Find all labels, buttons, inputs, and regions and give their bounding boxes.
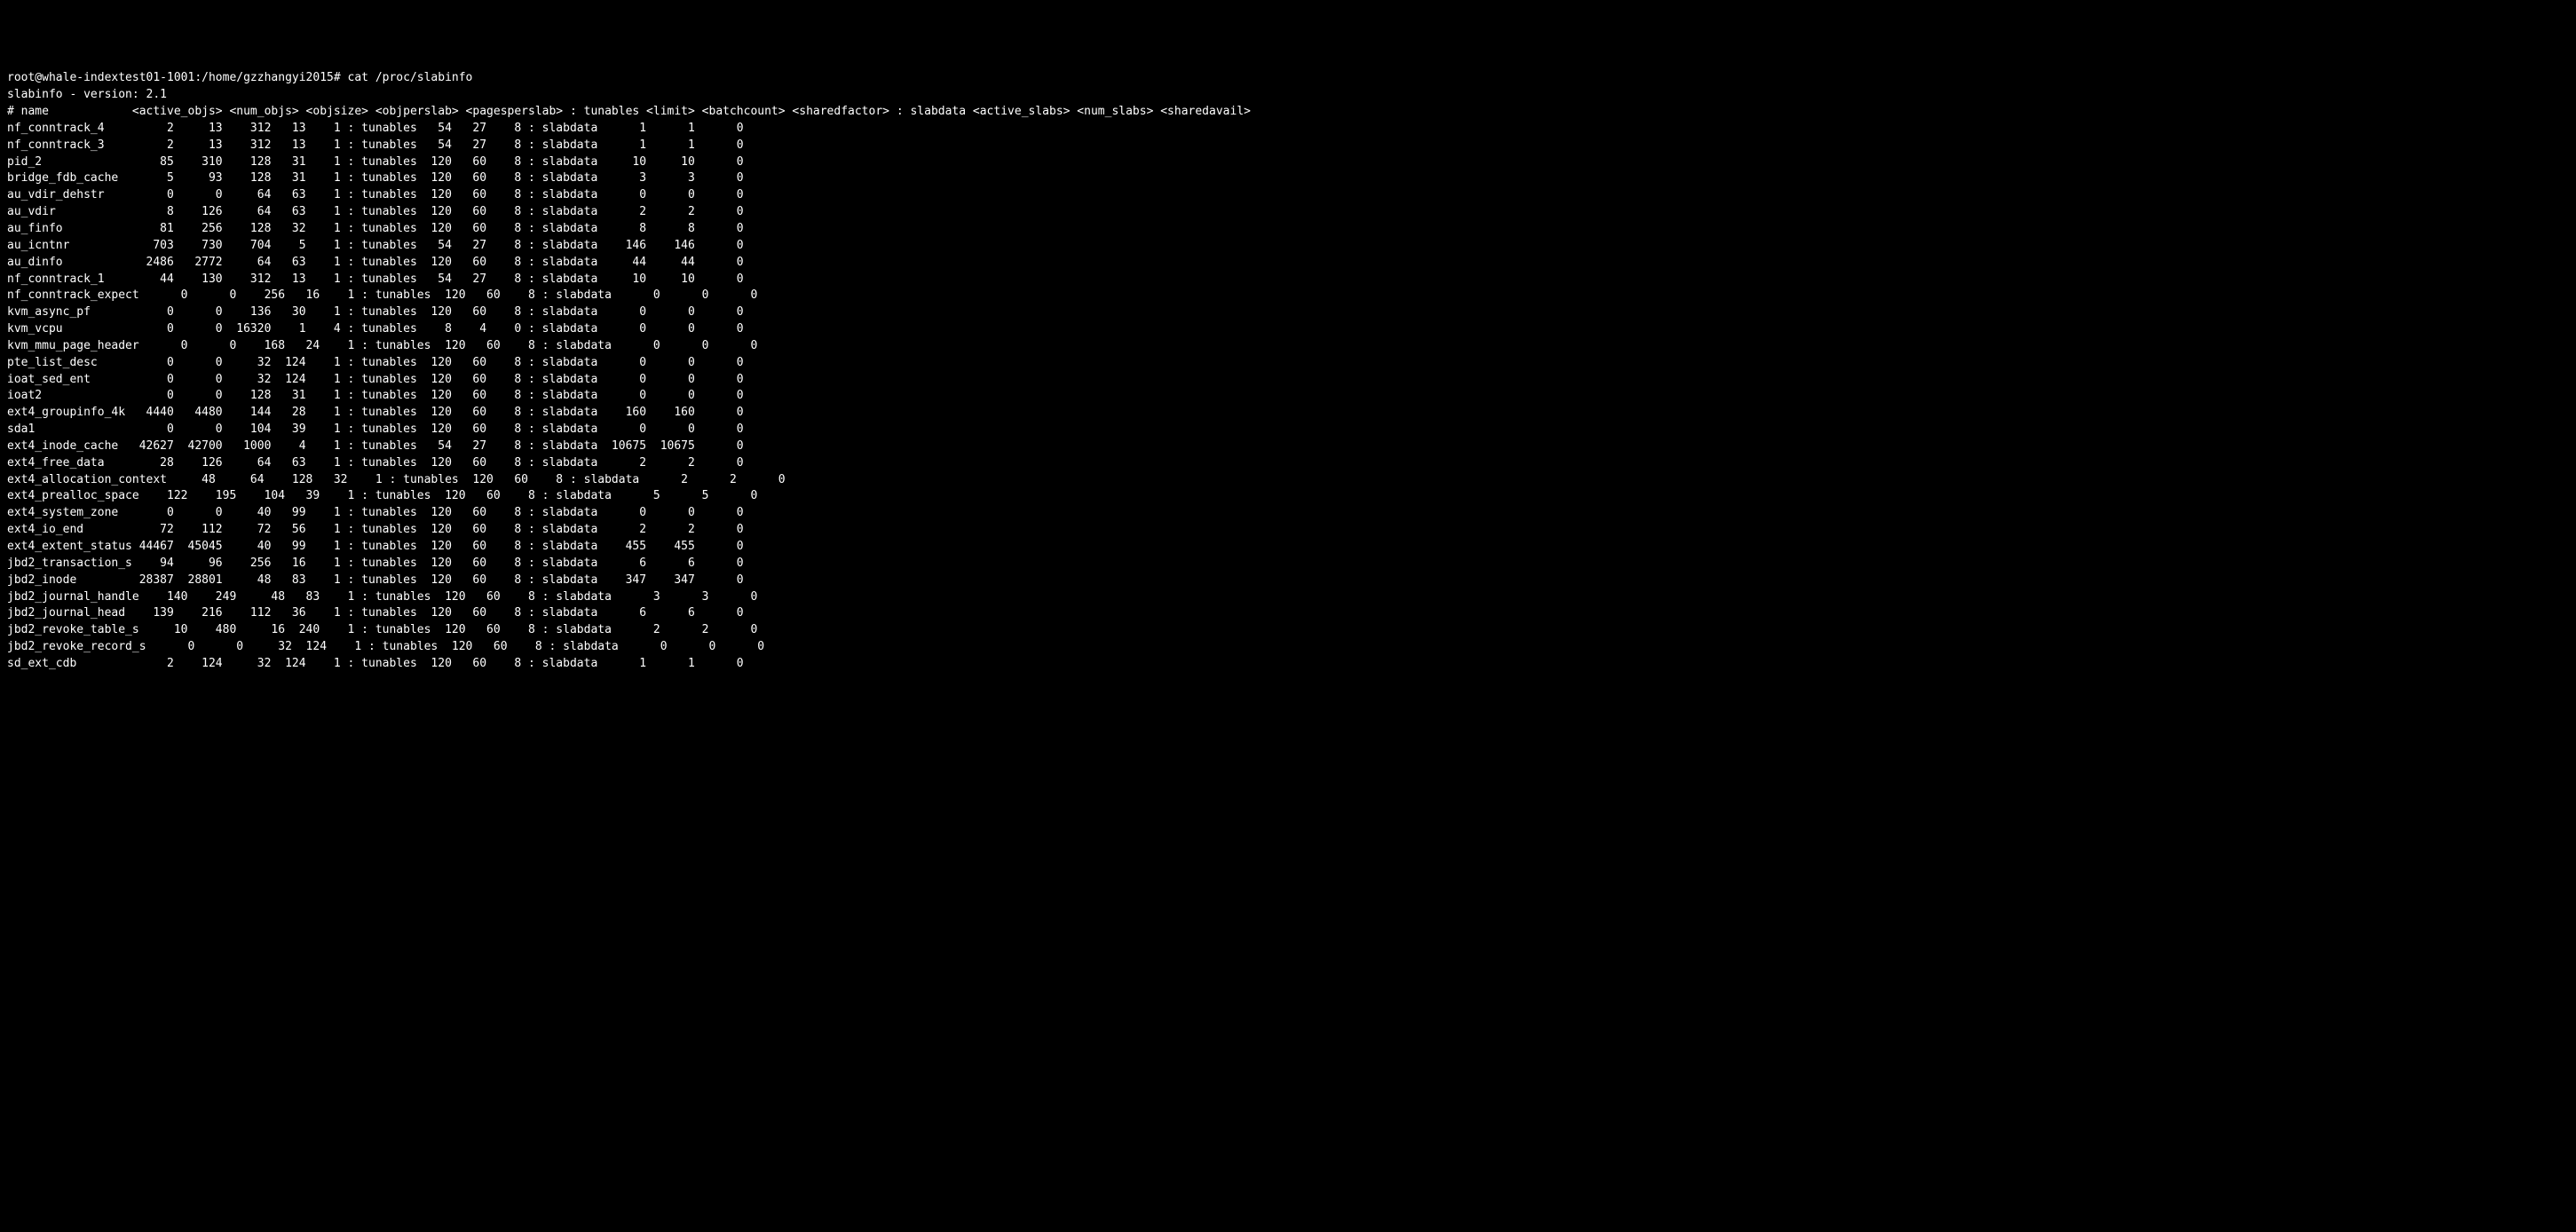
slab-row: ext4_io_end 72 112 72 56 1 : tunables 12… xyxy=(7,522,2569,539)
slab-row: nf_conntrack_4 2 13 312 13 1 : tunables … xyxy=(7,121,2569,138)
command-line: root@whale-indextest01-1001:/home/gzzhan… xyxy=(7,70,2569,87)
slab-row: nf_conntrack_expect 0 0 256 16 1 : tunab… xyxy=(7,288,2569,304)
slab-row: ext4_free_data 28 126 64 63 1 : tunables… xyxy=(7,455,2569,472)
slab-row: jbd2_revoke_record_s 0 0 32 124 1 : tuna… xyxy=(7,639,2569,656)
slab-row: ioat2 0 0 128 31 1 : tunables 120 60 8 :… xyxy=(7,388,2569,405)
slab-row: jbd2_journal_head 139 216 112 36 1 : tun… xyxy=(7,605,2569,622)
slab-row: ioat_sed_ent 0 0 32 124 1 : tunables 120… xyxy=(7,372,2569,389)
slab-row: sda1 0 0 104 39 1 : tunables 120 60 8 : … xyxy=(7,422,2569,438)
slab-row: nf_conntrack_3 2 13 312 13 1 : tunables … xyxy=(7,138,2569,154)
version-line: slabinfo - version: 2.1 xyxy=(7,87,2569,104)
slab-row: ext4_groupinfo_4k 4440 4480 144 28 1 : t… xyxy=(7,405,2569,422)
slab-row: bridge_fdb_cache 5 93 128 31 1 : tunable… xyxy=(7,170,2569,187)
slab-row: nf_conntrack_1 44 130 312 13 1 : tunable… xyxy=(7,272,2569,288)
slab-row: jbd2_inode 28387 28801 48 83 1 : tunable… xyxy=(7,573,2569,589)
slab-row: ext4_extent_status 44467 45045 40 99 1 :… xyxy=(7,539,2569,556)
slab-row: au_vdir 8 126 64 63 1 : tunables 120 60 … xyxy=(7,204,2569,221)
slab-row: ext4_system_zone 0 0 40 99 1 : tunables … xyxy=(7,505,2569,522)
slab-row: au_dinfo 2486 2772 64 63 1 : tunables 12… xyxy=(7,255,2569,272)
slab-row: kvm_async_pf 0 0 136 30 1 : tunables 120… xyxy=(7,304,2569,321)
slab-row: jbd2_transaction_s 94 96 256 16 1 : tuna… xyxy=(7,556,2569,573)
slab-row: ext4_allocation_context 48 64 128 32 1 :… xyxy=(7,472,2569,489)
slab-row: jbd2_revoke_table_s 10 480 16 240 1 : tu… xyxy=(7,622,2569,639)
slab-row: au_finfo 81 256 128 32 1 : tunables 120 … xyxy=(7,221,2569,238)
slab-row: kvm_vcpu 0 0 16320 1 4 : tunables 8 4 0 … xyxy=(7,321,2569,338)
slab-row: au_icntnr 703 730 704 5 1 : tunables 54 … xyxy=(7,238,2569,255)
slab-row: au_vdir_dehstr 0 0 64 63 1 : tunables 12… xyxy=(7,187,2569,204)
slab-row: ext4_prealloc_space 122 195 104 39 1 : t… xyxy=(7,488,2569,505)
slab-row: ext4_inode_cache 42627 42700 1000 4 1 : … xyxy=(7,438,2569,455)
slab-row: pid_2 85 310 128 31 1 : tunables 120 60 … xyxy=(7,154,2569,171)
slab-row: pte_list_desc 0 0 32 124 1 : tunables 12… xyxy=(7,355,2569,372)
header-line: # name <active_objs> <num_objs> <objsize… xyxy=(7,104,2569,121)
slab-row: kvm_mmu_page_header 0 0 168 24 1 : tunab… xyxy=(7,338,2569,355)
terminal-output[interactable]: root@whale-indextest01-1001:/home/gzzhan… xyxy=(7,70,2569,672)
slab-row: sd_ext_cdb 2 124 32 124 1 : tunables 120… xyxy=(7,656,2569,673)
slab-row: jbd2_journal_handle 140 249 48 83 1 : tu… xyxy=(7,589,2569,606)
